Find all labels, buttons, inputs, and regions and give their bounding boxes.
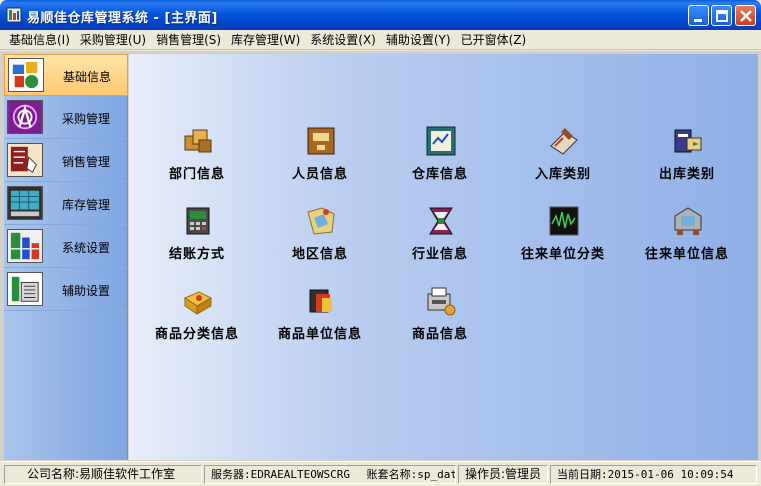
status-date: 当前日期:2015-01-06 10:09:54 [550,465,757,484]
tile-region-info[interactable]: 地区信息 [265,204,375,264]
product-info-icon [427,287,456,316]
tile-product-unit[interactable]: 商品单位信息 [265,284,375,344]
close-button[interactable] [735,5,756,26]
sidebar-item-label: 采购管理 [62,112,111,126]
tile-label: 地区信息 [291,247,348,262]
menu-aux-settings[interactable]: 辅助设置(Y) [381,30,456,50]
partner-category-icon [549,206,579,236]
title-bar[interactable]: 易顺佳仓库管理系统 - [主界面] [0,0,761,30]
tile-outbound-type[interactable]: 出库类别 [632,124,742,184]
department-icon [184,129,212,153]
menu-purchase[interactable]: 采购管理(U) [75,30,151,50]
status-server-account: 服务器:EDRAEALTEOWSCRG 账套名称:sp_data [204,465,456,484]
sidebar-item-inventory[interactable]: 库存管理 [4,183,128,225]
sidebar-item-label: 辅助设置 [62,284,111,298]
minimize-icon [694,19,702,22]
inventory-icon [7,186,43,220]
sidebar-item-label: 系统设置 [62,241,111,255]
tile-label: 行业信息 [411,247,468,262]
region-icon [307,207,335,235]
sidebar-item-label: 销售管理 [62,155,111,169]
menu-inventory[interactable]: 库存管理(W) [226,30,305,50]
tile-label: 部门信息 [168,167,225,182]
tile-label: 人员信息 [291,167,348,182]
tile-department-info[interactable]: 部门信息 [142,124,252,184]
status-company: 公司名称:易顺佳软件工作室 [4,465,202,484]
tile-label: 往来单位信息 [644,247,729,262]
sidebar-item-system-settings[interactable]: 系统设置 [4,226,128,268]
aux-settings-icon [7,272,43,306]
maximize-icon [716,10,728,22]
tile-warehouse-info[interactable]: 仓库信息 [385,124,495,184]
window-title: 易顺佳仓库管理系统 - [主界面] [27,11,218,26]
warehouse-icon [426,126,456,156]
maximize-button[interactable] [711,5,732,26]
sidebar-item-label: 库存管理 [62,198,111,212]
status-operator: 操作员:管理员 [458,465,548,484]
tile-label: 入库类别 [534,167,591,182]
tile-partner-info[interactable]: 往来单位信息 [632,204,742,264]
tile-settlement-method[interactable]: 结账方式 [142,204,252,264]
tile-label: 仓库信息 [411,167,468,182]
tile-inbound-type[interactable]: 入库类别 [508,124,618,184]
tile-label: 往来单位分类 [520,247,605,262]
sidebar-item-label: 基础信息 [63,70,112,84]
menu-open-windows[interactable]: 已开窗体(Z) [456,30,532,50]
purchase-icon [7,100,43,134]
sidebar-item-sales[interactable]: 销售管理 [4,140,128,182]
staff-icon [307,127,335,155]
minimize-button[interactable] [688,5,709,26]
content-panel: 部门信息 人员信息 仓库信息 入库类别 出库类别 结账方式 地区信息 行业信息 … [129,54,758,460]
sales-icon [7,143,43,177]
tile-partner-category[interactable]: 往来单位分类 [508,204,618,264]
tile-label: 商品单位信息 [277,327,362,342]
partner-info-icon [674,207,702,235]
product-unit-icon [309,289,332,313]
tile-product-info[interactable]: 商品信息 [385,284,495,344]
menu-sales[interactable]: 销售管理(S) [151,30,226,50]
tile-label: 商品信息 [411,327,468,342]
basic-info-icon [8,58,44,92]
inbound-type-icon [550,128,578,155]
menu-system-settings[interactable]: 系统设置(X) [305,30,381,50]
tile-label: 出库类别 [658,167,715,182]
sidebar-item-basic-info[interactable]: 基础信息 [4,54,128,96]
tile-industry-info[interactable]: 行业信息 [385,204,495,264]
outbound-type-icon [674,129,702,153]
product-category-icon [183,291,213,315]
tile-label: 商品分类信息 [154,327,239,342]
tile-label: 结账方式 [168,247,225,262]
industry-icon [429,207,453,235]
sidebar-item-aux-settings[interactable]: 辅助设置 [4,269,128,311]
sidebar: 基础信息 采购管理 销售管理 库存管理 系统设置 辅助设置 [4,54,128,460]
settlement-icon [186,207,210,235]
close-icon [740,10,752,22]
tile-product-category[interactable]: 商品分类信息 [142,284,252,344]
status-server: 服务器:EDRAEALTEOWSCRG [211,468,350,481]
tile-staff-info[interactable]: 人员信息 [265,124,375,184]
main-area: 基础信息 采购管理 销售管理 库存管理 系统设置 辅助设置 部门信息 人员信息 … [0,51,761,461]
app-icon[interactable] [6,7,22,23]
sidebar-item-purchase[interactable]: 采购管理 [4,97,128,139]
menu-bar: 基础信息(I) 采购管理(U) 销售管理(S) 库存管理(W) 系统设置(X) … [0,30,761,50]
status-bar: 公司名称:易顺佳软件工作室 服务器:EDRAEALTEOWSCRG 账套名称:s… [0,461,761,486]
status-account: 账套名称:sp_data [366,468,456,481]
menu-basic-info[interactable]: 基础信息(I) [4,30,75,50]
system-settings-icon [7,229,43,263]
